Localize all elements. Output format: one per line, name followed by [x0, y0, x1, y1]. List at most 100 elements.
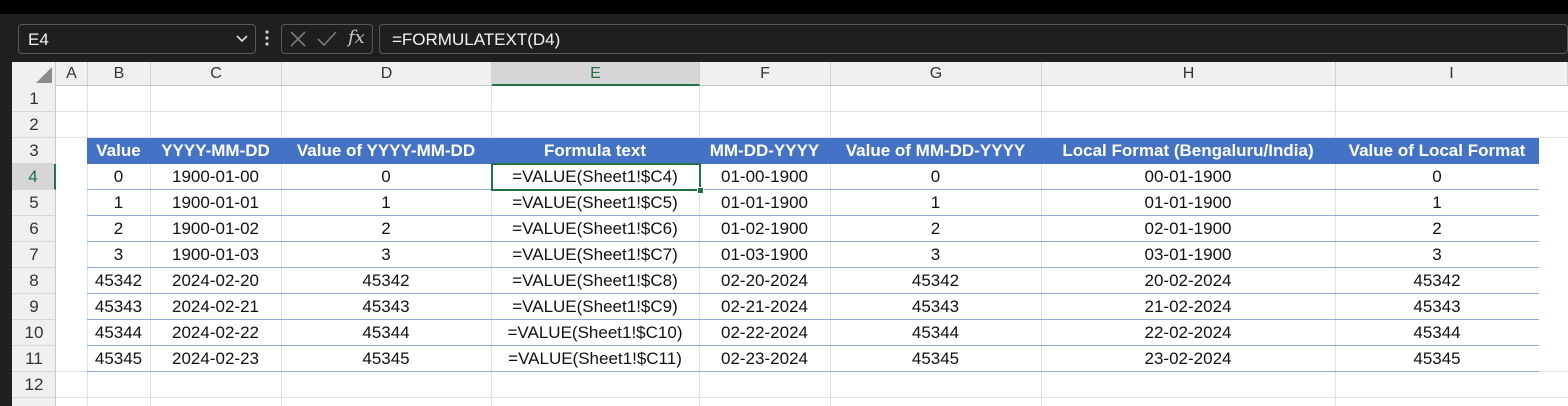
row-header-3[interactable]: 3: [12, 138, 56, 164]
table-header-cell[interactable]: Formula text: [491, 138, 699, 164]
table-cell[interactable]: 02-01-1900: [1041, 216, 1335, 242]
table-cell[interactable]: 01-01-1900: [699, 190, 830, 216]
table-cell[interactable]: 45345: [87, 346, 150, 372]
column-header-i[interactable]: I: [1336, 62, 1568, 86]
table-cell[interactable]: 45344: [1335, 320, 1539, 346]
active-cell-border[interactable]: [491, 163, 704, 194]
table-cell[interactable]: =VALUE(Sheet1!$C10): [491, 320, 699, 346]
table-cell[interactable]: =VALUE(Sheet1!$C5): [491, 190, 699, 216]
table-cell[interactable]: 02-23-2024: [699, 346, 830, 372]
table-header-cell[interactable]: Value of YYYY-MM-DD: [281, 138, 491, 164]
table-cell[interactable]: 0: [87, 164, 150, 190]
table-cell[interactable]: 1900-01-00: [150, 164, 281, 190]
more-options-icon[interactable]: [262, 26, 272, 50]
table-header-cell[interactable]: YYYY-MM-DD: [150, 138, 281, 164]
table-cell[interactable]: 02-22-2024: [699, 320, 830, 346]
table-cell[interactable]: 2024-02-21: [150, 294, 281, 320]
table-cell[interactable]: 03-01-1900: [1041, 242, 1335, 268]
table-cell[interactable]: 2024-02-22: [150, 320, 281, 346]
table-cell[interactable]: =VALUE(Sheet1!$C6): [491, 216, 699, 242]
table-cell[interactable]: 45342: [1335, 268, 1539, 294]
table-cell[interactable]: 22-02-2024: [1041, 320, 1335, 346]
table-cell[interactable]: 3: [830, 242, 1041, 268]
row-header-11[interactable]: 11: [12, 346, 56, 372]
table-cell[interactable]: 1: [87, 190, 150, 216]
table-cell[interactable]: 45344: [281, 320, 491, 346]
column-header-b[interactable]: B: [88, 62, 151, 86]
cell-area[interactable]: Value YYYY-MM-DD Value of YYYY-MM-DD For…: [56, 86, 1568, 406]
table-cell[interactable]: 00-01-1900: [1041, 164, 1335, 190]
table-cell[interactable]: 1: [830, 190, 1041, 216]
chevron-down-icon[interactable]: [235, 29, 249, 47]
name-box[interactable]: E4: [18, 24, 256, 54]
cancel-icon[interactable]: [288, 29, 308, 49]
table-cell[interactable]: 45344: [830, 320, 1041, 346]
table-cell[interactable]: 45342: [830, 268, 1041, 294]
formula-input[interactable]: =FORMULATEXT(D4): [379, 24, 1568, 54]
column-header-a[interactable]: A: [56, 62, 88, 86]
column-header-g[interactable]: G: [831, 62, 1042, 86]
row-header-5[interactable]: 5: [12, 190, 56, 216]
column-header-d[interactable]: D: [282, 62, 492, 86]
table-cell[interactable]: 02-21-2024: [699, 294, 830, 320]
table-cell[interactable]: 0: [830, 164, 1041, 190]
table-cell[interactable]: 0: [281, 164, 491, 190]
table-cell[interactable]: 45343: [1335, 294, 1539, 320]
table-cell[interactable]: 45344: [87, 320, 150, 346]
select-all-corner[interactable]: [12, 62, 56, 86]
table-cell[interactable]: 1: [1335, 190, 1539, 216]
table-header-cell[interactable]: Value of MM-DD-YYYY: [830, 138, 1041, 164]
row-header-8[interactable]: 8: [12, 268, 56, 294]
table-cell[interactable]: 01-00-1900: [699, 164, 830, 190]
table-cell[interactable]: 45343: [830, 294, 1041, 320]
table-cell[interactable]: 2: [281, 216, 491, 242]
table-cell[interactable]: 01-03-1900: [699, 242, 830, 268]
table-cell[interactable]: 1900-01-01: [150, 190, 281, 216]
table-cell[interactable]: =VALUE(Sheet1!$C7): [491, 242, 699, 268]
row-header-2[interactable]: 2: [12, 112, 56, 138]
row-header-4[interactable]: 4: [12, 164, 56, 190]
column-header-e[interactable]: E: [492, 62, 700, 86]
table-cell[interactable]: =VALUE(Sheet1!$C9): [491, 294, 699, 320]
column-header-h[interactable]: H: [1042, 62, 1336, 86]
row-header-12[interactable]: 12: [12, 372, 56, 398]
table-cell[interactable]: 01-02-1900: [699, 216, 830, 242]
table-cell[interactable]: =VALUE(Sheet1!$C11): [491, 346, 699, 372]
table-cell[interactable]: 45343: [281, 294, 491, 320]
table-cell[interactable]: 2024-02-20: [150, 268, 281, 294]
table-cell[interactable]: 20-02-2024: [1041, 268, 1335, 294]
table-cell[interactable]: =VALUE(Sheet1!$C8): [491, 268, 699, 294]
table-header-cell[interactable]: Value: [87, 138, 150, 164]
table-cell[interactable]: 2: [830, 216, 1041, 242]
table-cell[interactable]: 3: [281, 242, 491, 268]
table-header-cell[interactable]: Local Format (Bengaluru/India): [1041, 138, 1335, 164]
table-header-cell[interactable]: Value of Local Format: [1335, 138, 1539, 164]
insert-function-icon[interactable]: fx: [348, 27, 365, 48]
enter-check-icon[interactable]: [316, 29, 338, 49]
table-cell[interactable]: 02-20-2024: [699, 268, 830, 294]
row-header-9[interactable]: 9: [12, 294, 56, 320]
table-cell[interactable]: 45342: [281, 268, 491, 294]
row-header-1[interactable]: 1: [12, 86, 56, 112]
row-header-6[interactable]: 6: [12, 216, 56, 242]
row-header-10[interactable]: 10: [12, 320, 56, 346]
row-header-7[interactable]: 7: [12, 242, 56, 268]
table-cell[interactable]: 2: [87, 216, 150, 242]
table-cell[interactable]: 2024-02-23: [150, 346, 281, 372]
table-cell[interactable]: 1: [281, 190, 491, 216]
fill-handle[interactable]: [697, 187, 704, 194]
table-cell[interactable]: 1900-01-02: [150, 216, 281, 242]
table-cell[interactable]: 2: [1335, 216, 1539, 242]
table-cell[interactable]: 01-01-1900: [1041, 190, 1335, 216]
column-header-c[interactable]: C: [151, 62, 282, 86]
table-cell[interactable]: 3: [87, 242, 150, 268]
table-header-cell[interactable]: MM-DD-YYYY: [699, 138, 830, 164]
table-cell[interactable]: 45343: [87, 294, 150, 320]
table-cell[interactable]: 3: [1335, 242, 1539, 268]
table-cell[interactable]: 21-02-2024: [1041, 294, 1335, 320]
table-cell[interactable]: 1900-01-03: [150, 242, 281, 268]
table-cell[interactable]: 45345: [1335, 346, 1539, 372]
column-header-f[interactable]: F: [700, 62, 831, 86]
table-cell[interactable]: 45345: [281, 346, 491, 372]
table-cell[interactable]: 0: [1335, 164, 1539, 190]
